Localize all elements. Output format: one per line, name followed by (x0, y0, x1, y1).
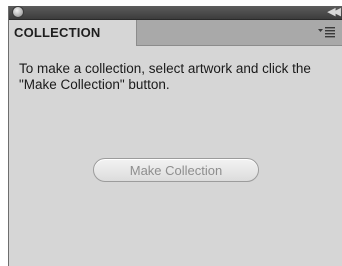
panel-menu-icon[interactable] (318, 26, 336, 38)
close-icon[interactable] (13, 7, 23, 17)
instructions-text: To make a collection, select artwork and… (19, 61, 311, 92)
collapse-icon[interactable]: ◀◀ (327, 4, 341, 20)
tab-collection-label: COLLECTION (14, 25, 101, 40)
panel-tab-bar: COLLECTION (9, 20, 342, 46)
tab-collection[interactable]: COLLECTION (9, 20, 137, 46)
panel-title-bar[interactable]: ◀◀ (9, 6, 342, 20)
make-collection-button[interactable]: Make Collection (93, 158, 259, 182)
collection-panel: ◀◀ COLLECTION To make a collection, sele… (8, 6, 342, 266)
